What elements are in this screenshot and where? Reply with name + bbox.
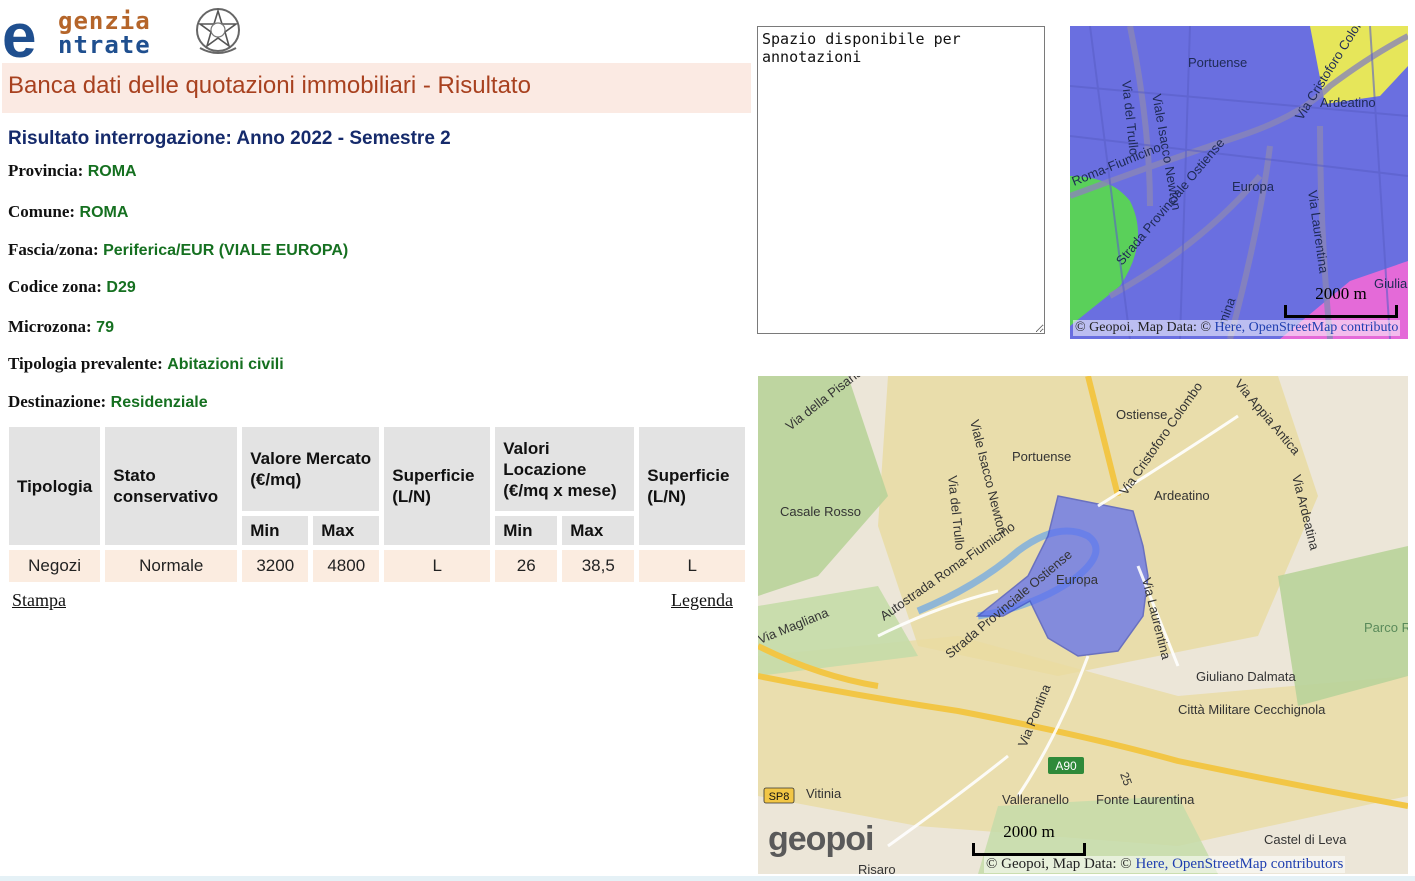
bottom-border xyxy=(0,876,1415,881)
map-small-attribution-prefix: © Geopoi, Map Data: © xyxy=(1075,320,1215,335)
header-valore-mercato: Valore Mercato (€/mq) xyxy=(242,427,380,511)
field-fascia-label: Fascia/zona: xyxy=(8,240,99,259)
header-tipologia: Tipologia xyxy=(9,427,101,545)
table-row: Negozi Normale 3200 4800 L 26 38,5 L xyxy=(9,550,746,582)
header-valori-locazione: Valori Locazione (€/mq x mese) xyxy=(495,427,635,511)
field-microzona-value: 79 xyxy=(96,319,114,336)
cell-vm-max: 4800 xyxy=(313,550,380,582)
map-big-label-fonte-laurentina: Fonte Laurentina xyxy=(1096,792,1195,807)
annotations-textarea[interactable]: Spazio disponibile per annotazioni xyxy=(757,26,1045,334)
zone-map-overview-canvas: Via della Pisana Ostiense Via Appia Anti… xyxy=(758,376,1408,874)
map-big-label-portuense: Portuense xyxy=(1012,449,1071,464)
map-big-label-giuliano-dalmata: Giuliano Dalmata xyxy=(1196,669,1296,684)
map-big-scale-label: 2000 m xyxy=(1003,822,1055,841)
field-destinazione-label: Destinazione: xyxy=(8,392,107,411)
field-comune-label: Comune: xyxy=(8,202,76,221)
field-tipologia-prevalente: Tipologia prevalente: Abitazioni civili xyxy=(8,354,284,374)
logo-e-letter: e xyxy=(2,2,37,71)
field-codice-label: Codice zona: xyxy=(8,277,102,296)
field-provincia-label: Provincia: xyxy=(8,161,84,180)
field-codice-value: D29 xyxy=(106,279,136,296)
map-big-label-parco: Parco Regionale xyxy=(1364,620,1408,635)
agenzia-entrate-logo: e genzia ntrate xyxy=(2,0,242,68)
map-small-attribution: © Geopoi, Map Data: © Here, OpenStreetMa… xyxy=(1073,320,1401,336)
field-provincia: Provincia: ROMA xyxy=(8,161,137,181)
field-microzona: Microzona: 79 xyxy=(8,317,114,337)
header-vl-max: Max xyxy=(562,516,635,545)
cell-vl-min: 26 xyxy=(495,550,558,582)
field-microzona-label: Microzona: xyxy=(8,317,92,336)
cell-vm-min: 3200 xyxy=(242,550,309,582)
map-big-label-cecchignola: Città Militare Cecchignola xyxy=(1178,702,1326,717)
map-small-attribution-link[interactable]: Here, OpenStreetMap contributo xyxy=(1214,320,1398,335)
zone-map-zoomed[interactable]: Portuense Ardeatino Europa Viale Isacco … xyxy=(1070,26,1408,339)
page-title: Banca dati delle quotazioni immobiliari … xyxy=(8,72,531,99)
header-vl-min: Min xyxy=(495,516,558,545)
field-comune: Comune: ROMA xyxy=(8,202,128,222)
map-small-scale-bar: 2000 m xyxy=(1284,284,1398,318)
sp8-road-badge: SP8 xyxy=(763,787,795,804)
italian-emblem-icon xyxy=(196,8,240,54)
field-provincia-value: ROMA xyxy=(87,163,137,180)
field-codice-zona: Codice zona: D29 xyxy=(8,277,136,297)
map-small-label-ardeatino: Ardeatino xyxy=(1320,95,1376,110)
result-heading: Risultato interrogazione: Anno 2022 - Se… xyxy=(8,128,451,149)
map-small-label-portuense: Portuense xyxy=(1188,55,1247,70)
map-big-label-casale-rosso: Casale Rosso xyxy=(780,504,861,519)
field-tipologia-label: Tipologia prevalente: xyxy=(8,354,163,373)
geopoi-logo-text: geopoi xyxy=(768,820,874,858)
map-big-label-vitinia: Vitinia xyxy=(806,786,842,801)
map-big-attribution: © Geopoi, Map Data: © Here, OpenStreetMa… xyxy=(984,856,1346,873)
logo-line-ntrate: ntrate xyxy=(58,31,151,59)
quotazioni-table: Tipologia Stato conservativo Valore Merc… xyxy=(4,422,750,587)
cell-superficie-2: L xyxy=(639,550,746,582)
map-big-label-risaro: Risaro xyxy=(858,862,896,874)
sp8-road-label: SP8 xyxy=(769,791,790,803)
map-big-label-ostiense: Ostiense xyxy=(1116,407,1167,422)
header-superficie-2: Superficie (L/N) xyxy=(639,427,746,545)
stampa-link[interactable]: Stampa xyxy=(12,590,66,611)
field-destinazione: Destinazione: Residenziale xyxy=(8,392,208,412)
map-small-label-europa: Europa xyxy=(1232,179,1275,194)
cell-superficie: L xyxy=(384,550,491,582)
map-big-label-castel-di-leva: Castel di Leva xyxy=(1264,832,1347,847)
cell-vl-max: 38,5 xyxy=(562,550,635,582)
field-fascia-zona: Fascia/zona: Periferica/EUR (VIALE EUROP… xyxy=(8,240,348,260)
page-title-bar: Banca dati delle quotazioni immobiliari … xyxy=(2,63,751,113)
map-big-scale-bar: 2000 m xyxy=(972,822,1086,856)
map-small-scale-label: 2000 m xyxy=(1315,284,1367,303)
logo-line-genzia: genzia xyxy=(58,7,151,35)
map-big-attribution-link[interactable]: Here, OpenStreetMap contributors xyxy=(1135,856,1343,872)
field-tipologia-value: Abitazioni civili xyxy=(167,356,284,373)
header-superficie: Superficie (L/N) xyxy=(384,427,491,545)
geopoi-logo: geopoi xyxy=(768,820,874,859)
cell-stato: Normale xyxy=(105,550,238,582)
header-vm-min: Min xyxy=(242,516,309,545)
map-big-attribution-prefix: © Geopoi, Map Data: © xyxy=(986,856,1136,872)
cell-tipologia: Negozi xyxy=(9,550,101,582)
table-header-row: Tipologia Stato conservativo Valore Merc… xyxy=(9,427,746,545)
header-stato-conservativo: Stato conservativo xyxy=(105,427,238,545)
field-fascia-value: Periferica/EUR (VIALE EUROPA) xyxy=(103,242,349,259)
map-big-label-europa: Europa xyxy=(1056,572,1099,587)
a90-road-label: A90 xyxy=(1055,759,1077,773)
field-comune-value: ROMA xyxy=(79,204,129,221)
header-vm-max: Max xyxy=(313,516,380,545)
legenda-link[interactable]: Legenda xyxy=(671,590,733,611)
a90-road-badge: A90 xyxy=(1048,757,1084,774)
field-destinazione-value: Residenziale xyxy=(110,394,208,411)
map-big-label-valleranello: Valleranello xyxy=(1002,792,1069,807)
map-big-label-ardeatino: Ardeatino xyxy=(1154,488,1210,503)
zone-map-overview[interactable]: Via della Pisana Ostiense Via Appia Anti… xyxy=(758,376,1408,874)
